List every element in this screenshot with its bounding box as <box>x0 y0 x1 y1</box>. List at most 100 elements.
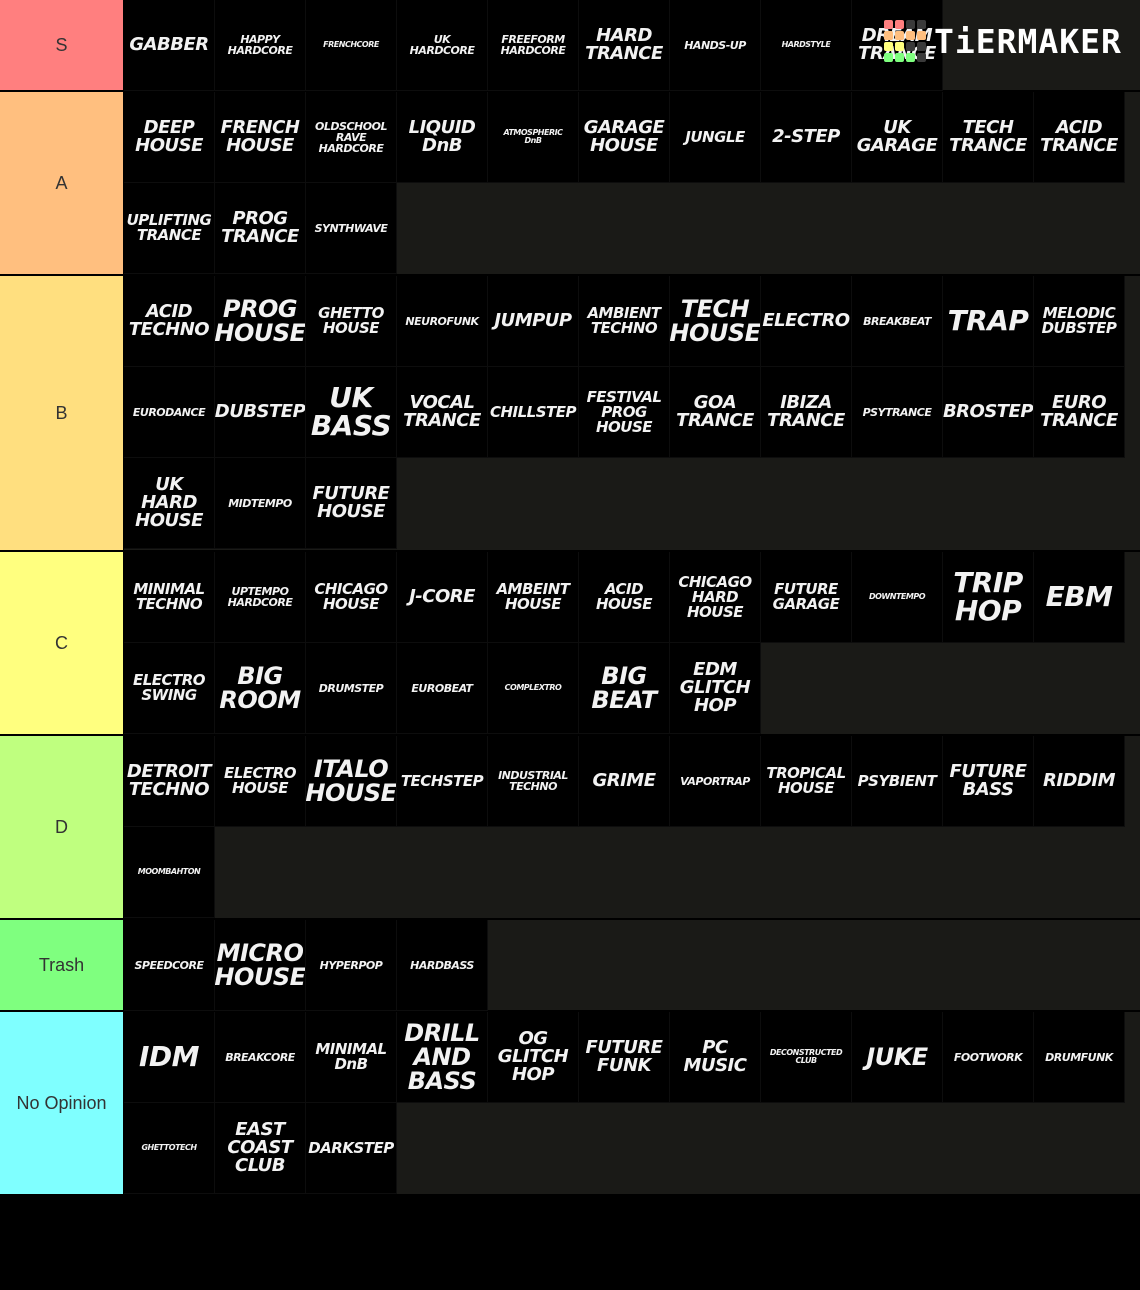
tier-item[interactable]: HARD TRANCE <box>579 0 670 91</box>
tier-item[interactable]: TECH HOUSE <box>670 276 761 367</box>
tier-item[interactable]: DARKSTEP <box>306 1103 397 1194</box>
tier-item[interactable]: HARDSTYLE <box>761 0 852 91</box>
tier-item[interactable]: GABBER <box>124 0 215 91</box>
tier-item[interactable]: JUMPUP <box>488 276 579 367</box>
tier-item[interactable]: DECONSTRUCTED CLUB <box>761 1012 852 1103</box>
tier-item[interactable]: BROSTEP <box>943 367 1034 458</box>
tier-item[interactable]: CHICAGO HOUSE <box>306 552 397 643</box>
tier-item[interactable]: FUTURE GARAGE <box>761 552 852 643</box>
tier-item[interactable]: ACID TECHNO <box>124 276 215 367</box>
tier-item[interactable]: ELECTRO HOUSE <box>215 736 306 827</box>
tier-item[interactable]: JUKE <box>852 1012 943 1103</box>
tier-label[interactable]: C <box>0 552 124 734</box>
tier-item[interactable]: GHETTOTECH <box>124 1103 215 1194</box>
tier-item[interactable]: AMBEINT HOUSE <box>488 552 579 643</box>
tier-item[interactable]: TRAP <box>943 276 1034 367</box>
tier-item[interactable]: MELODIC DUBSTEP <box>1034 276 1125 367</box>
tier-item[interactable]: BIG BEAT <box>579 643 670 734</box>
tier-item[interactable]: CHILLSTEP <box>488 367 579 458</box>
tier-item[interactable]: ELECTRO <box>761 276 852 367</box>
tier-items-dropzone[interactable]: SPEEDCORE MICRO HOUSE HYPERPOP HARDBASS <box>124 920 1140 1011</box>
tier-item[interactable]: VOCAL TRANCE <box>397 367 488 458</box>
tier-item[interactable]: FUTURE HOUSE <box>306 458 397 549</box>
tier-label[interactable]: D <box>0 736 124 918</box>
tier-label[interactable]: S <box>0 0 124 90</box>
tier-item[interactable]: BREAKCORE <box>215 1012 306 1103</box>
tier-item[interactable]: DRUMSTEP <box>306 643 397 734</box>
tier-item[interactable]: 2-STEP <box>761 92 852 183</box>
tier-item[interactable]: PROG TRANCE <box>215 183 306 274</box>
tier-item[interactable]: DETROIT TECHNO <box>124 736 215 827</box>
tier-items-dropzone[interactable]: MINIMAL TECHNO UPTEMPO HARDCORE CHICAGO HO… <box>124 552 1140 734</box>
tier-item[interactable]: COMPLEXTRO <box>488 643 579 734</box>
tier-item[interactable]: OG GLITCH HOP <box>488 1012 579 1103</box>
tier-item[interactable]: GHETTO HOUSE <box>306 276 397 367</box>
tier-item[interactable]: GOA TRANCE <box>670 367 761 458</box>
tier-item[interactable]: MINIMAL DnB <box>306 1012 397 1103</box>
tier-item[interactable]: FREEFORM HARDCORE <box>488 0 579 91</box>
tier-item[interactable]: HYPERPOP <box>306 920 397 1011</box>
tier-item[interactable]: FESTIVAL PROG HOUSE <box>579 367 670 458</box>
tier-item[interactable]: NEUROFUNK <box>397 276 488 367</box>
tier-item[interactable]: DEEP HOUSE <box>124 92 215 183</box>
tier-item[interactable]: HAPPY HARDCORE <box>215 0 306 91</box>
tier-label[interactable]: Trash <box>0 920 124 1010</box>
tier-item[interactable]: IBIZA TRANCE <box>761 367 852 458</box>
tier-item[interactable]: ACID TRANCE <box>1034 92 1125 183</box>
tier-item[interactable]: ELECTRO SWING <box>124 643 215 734</box>
tier-item[interactable]: CHICAGO HARD HOUSE <box>670 552 761 643</box>
tier-item[interactable]: DRILL AND BASS <box>397 1012 488 1103</box>
tier-item[interactable]: BIG ROOM <box>215 643 306 734</box>
tier-item[interactable]: FRENCHCORE <box>306 0 397 91</box>
tier-item[interactable]: MINIMAL TECHNO <box>124 552 215 643</box>
tier-item[interactable]: UK GARAGE <box>852 92 943 183</box>
tier-item[interactable]: EURODANCE <box>124 367 215 458</box>
tier-item[interactable]: TROPICAL HOUSE <box>761 736 852 827</box>
tier-item[interactable]: UK BASS <box>306 367 397 458</box>
tier-item[interactable]: TECH TRANCE <box>943 92 1034 183</box>
tier-item[interactable]: UPTEMPO HARDCORE <box>215 552 306 643</box>
tier-item[interactable]: PROG HOUSE <box>215 276 306 367</box>
tier-items-dropzone[interactable]: DEEP HOUSE FRENCH HOUSE OLDSCHOOL RAVE HAR… <box>124 92 1140 274</box>
tier-item[interactable]: DUBSTEP <box>215 367 306 458</box>
tier-item[interactable]: EAST COAST CLUB <box>215 1103 306 1194</box>
tier-item[interactable]: GRIME <box>579 736 670 827</box>
tier-items-dropzone[interactable]: DETROIT TECHNO ELECTRO HOUSE ITALO HOUSE TE… <box>124 736 1140 918</box>
tier-items-dropzone[interactable]: ACID TECHNO PROG HOUSE GHETTO HOUSE NEUROFU… <box>124 276 1140 550</box>
tier-item[interactable]: VAPORTRAP <box>670 736 761 827</box>
tier-item[interactable]: RIDDIM <box>1034 736 1125 827</box>
tier-item[interactable]: UK HARD HOUSE <box>124 458 215 549</box>
tier-item[interactable]: PC MUSIC <box>670 1012 761 1103</box>
tier-item[interactable]: MICRO HOUSE <box>215 920 306 1011</box>
tier-item[interactable]: JUNGLE <box>670 92 761 183</box>
tier-item[interactable]: J-CORE <box>397 552 488 643</box>
tier-item[interactable]: FUTURE FUNK <box>579 1012 670 1103</box>
tier-label[interactable]: B <box>0 276 124 550</box>
tier-item[interactable]: PSYBIENT <box>852 736 943 827</box>
tier-item[interactable]: TECHSTEP <box>397 736 488 827</box>
tier-item[interactable]: FUTURE BASS <box>943 736 1034 827</box>
tier-item[interactable]: GARAGE HOUSE <box>579 92 670 183</box>
tier-item[interactable]: HANDS-UP <box>670 0 761 91</box>
tier-item[interactable]: EUROBEAT <box>397 643 488 734</box>
tier-item[interactable]: EBM <box>1034 552 1125 643</box>
tier-item[interactable]: MOOMBAHTON <box>124 827 215 918</box>
tier-item[interactable]: BREAKBEAT <box>852 276 943 367</box>
tier-item[interactable]: FRENCH HOUSE <box>215 92 306 183</box>
tier-item[interactable]: HARDBASS <box>397 920 488 1011</box>
tier-items-dropzone[interactable]: IDM BREAKCORE MINIMAL DnB DRILL AND BASS OG … <box>124 1012 1140 1194</box>
tier-item[interactable]: EURO TRANCE <box>1034 367 1125 458</box>
tier-item[interactable]: DOWNTEMPO <box>852 552 943 643</box>
tier-item[interactable]: IDM <box>124 1012 215 1103</box>
tier-item[interactable]: ACID HOUSE <box>579 552 670 643</box>
tier-item[interactable]: INDUSTRIAL TECHNO <box>488 736 579 827</box>
tier-item[interactable]: SPEEDCORE <box>124 920 215 1011</box>
tier-item[interactable]: LIQUID DnB <box>397 92 488 183</box>
tier-item[interactable]: UK HARDCORE <box>397 0 488 91</box>
tier-label[interactable]: A <box>0 92 124 274</box>
tier-item[interactable]: FOOTWORK <box>943 1012 1034 1103</box>
tier-item[interactable]: TRIP HOP <box>943 552 1034 643</box>
tier-item[interactable]: UPLIFTING TRANCE <box>124 183 215 274</box>
tier-item[interactable]: AMBIENT TECHNO <box>579 276 670 367</box>
tier-label[interactable]: No Opinion <box>0 1012 124 1194</box>
